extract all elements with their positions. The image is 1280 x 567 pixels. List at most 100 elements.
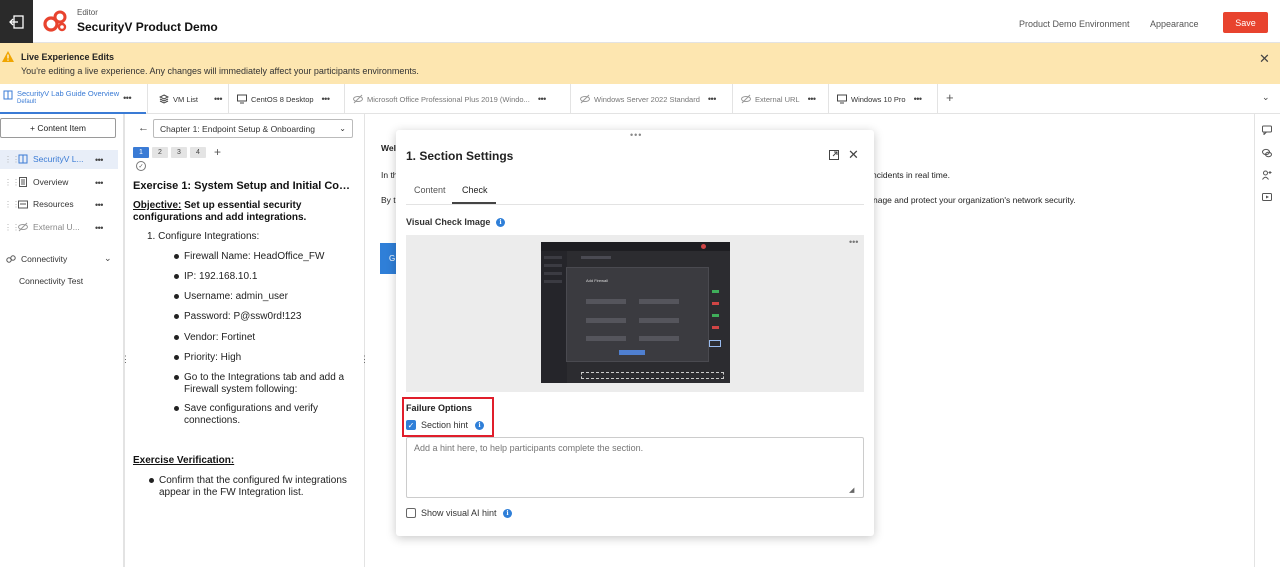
sidebar-item-connectivity-test[interactable]: Connectivity Test — [19, 276, 83, 286]
chevron-down-icon[interactable]: ⌄ — [1262, 92, 1270, 103]
tab-divider — [570, 84, 571, 114]
section-hint-input[interactable] — [406, 437, 864, 498]
check-circle-icon[interactable]: ✓ — [136, 161, 146, 171]
link-icon — [6, 255, 16, 263]
tab-label: External URL — [755, 94, 800, 104]
info-icon[interactable]: i — [475, 421, 484, 430]
drag-handle-icon[interactable]: ⋮⋮ — [4, 155, 20, 164]
more-icon[interactable]: ••• — [849, 237, 858, 247]
panel-splitter[interactable] — [124, 114, 125, 567]
sidebar-item-resources[interactable]: ⋮⋮ Resources — [0, 195, 74, 213]
more-icon[interactable]: ••• — [214, 94, 222, 104]
appearance-link[interactable]: Appearance — [1150, 19, 1199, 29]
page-chip-3[interactable]: 3 — [171, 147, 187, 158]
panel-splitter[interactable] — [364, 114, 365, 567]
tab-office-professional[interactable]: Microsoft Office Professional Plus 2019 … — [353, 84, 546, 114]
close-icon[interactable]: ✕ — [1259, 51, 1270, 67]
monitor-icon — [237, 94, 247, 104]
exit-icon — [8, 14, 24, 29]
drag-handle-icon[interactable]: ⋮⋮ — [4, 200, 20, 209]
banner-text: You're editing a live experience. Any ch… — [21, 66, 419, 76]
chapter-select[interactable]: Chapter 1: Endpoint Setup & Onboarding ⌄ — [153, 119, 353, 138]
tab-label: Microsoft Office Professional Plus 2019 … — [367, 94, 530, 104]
bullet-dot — [174, 406, 179, 411]
environment-link[interactable]: Product Demo Environment — [1019, 19, 1130, 29]
warning-icon — [2, 51, 14, 62]
visual-check-thumbnail[interactable]: Add Firewall — [541, 242, 730, 383]
sidebar-item-label: External U... — [33, 222, 80, 232]
tab-vm-list[interactable]: VM List ••• — [159, 84, 222, 114]
add-tab-icon[interactable]: + — [946, 90, 954, 105]
info-icon[interactable]: i — [503, 509, 512, 518]
list-item: Save configurations and verify connectio… — [184, 403, 318, 426]
resize-handle-icon[interactable]: ◢ — [849, 486, 854, 494]
info-icon[interactable]: i — [496, 218, 505, 227]
video-icon[interactable] — [1262, 192, 1272, 202]
list-item: Firewall Name: HeadOffice_FW — [184, 251, 325, 262]
ai-assist-icon[interactable] — [1262, 170, 1272, 180]
tab-divider — [344, 84, 345, 114]
more-icon[interactable]: ••• — [123, 93, 131, 103]
active-tab-indicator — [452, 202, 496, 204]
more-icon[interactable]: ••• — [95, 200, 103, 210]
list-item: Priority: High — [184, 352, 242, 363]
add-content-item-button[interactable]: + Content Item — [0, 118, 116, 138]
add-page-icon[interactable]: + — [214, 145, 221, 159]
chat-icon[interactable] — [1262, 148, 1272, 158]
modal-title: 1. Section Settings — [406, 149, 514, 163]
section-hint-checkbox[interactable]: ✓ — [406, 420, 416, 430]
tab-centos-desktop[interactable]: CentOS 8 Desktop ••• — [237, 84, 330, 114]
sidebar-group-connectivity[interactable]: Connectivity — [0, 250, 67, 268]
sidebar-item-external-url[interactable]: ⋮⋮ External U... — [0, 218, 80, 236]
welcome-heading: Wel — [381, 143, 396, 153]
comment-icon[interactable] — [1262, 125, 1272, 135]
chevron-down-icon[interactable]: ⌄ — [104, 253, 112, 264]
stack-icon — [159, 94, 169, 104]
more-icon[interactable]: ••• — [322, 94, 330, 104]
back-arrow-icon[interactable]: ← — [138, 122, 149, 134]
tab-check[interactable]: Check — [462, 185, 488, 195]
expand-icon[interactable] — [829, 150, 839, 160]
objective-text: Objective: Set up essential security con… — [133, 200, 359, 224]
document-icon — [19, 177, 27, 187]
verification-title: Exercise Verification: — [133, 455, 235, 466]
more-icon[interactable]: ••• — [538, 94, 546, 104]
more-icon[interactable]: ••• — [95, 178, 103, 188]
close-icon[interactable]: ✕ — [848, 147, 859, 163]
save-button[interactable]: Save — [1223, 12, 1268, 33]
more-icon[interactable]: ••• — [808, 94, 816, 104]
tab-content[interactable]: Content — [414, 185, 446, 195]
drag-handle-icon[interactable]: ⋮ — [121, 355, 130, 364]
more-icon[interactable]: ••• — [914, 94, 922, 104]
page-chip-4[interactable]: 4 — [190, 147, 206, 158]
chevron-down-icon: ⌄ — [339, 124, 346, 133]
tab-label: CentOS 8 Desktop — [251, 94, 314, 104]
eye-off-icon — [18, 222, 28, 232]
more-icon[interactable]: ••• — [95, 155, 103, 165]
exit-editor-button[interactable] — [0, 0, 33, 43]
show-visual-ai-hint-checkbox[interactable] — [406, 508, 416, 518]
drag-handle-icon[interactable]: ⋮ — [360, 355, 369, 364]
sidebar-item-lab-guide[interactable]: ⋮⋮ SecurityV L... — [0, 150, 84, 168]
tab-divider — [228, 84, 229, 114]
sidebar-item-label: SecurityV L... — [33, 154, 84, 164]
tab-sublabel: Default — [17, 99, 37, 105]
tab-windows-server[interactable]: Windows Server 2022 Standard ••• — [580, 84, 716, 114]
drag-handle-icon[interactable]: ••• — [630, 130, 642, 140]
drag-handle-icon[interactable]: ⋮⋮ — [4, 178, 20, 187]
right-icon-rail — [1254, 114, 1280, 567]
tab-external-url[interactable]: External URL ••• — [741, 84, 816, 114]
page-chip-1[interactable]: 1 — [133, 147, 149, 158]
tab-windows-10-pro[interactable]: Windows 10 Pro ••• — [837, 84, 922, 114]
drag-handle-icon[interactable]: ⋮⋮ — [4, 223, 20, 232]
more-icon[interactable]: ••• — [95, 223, 103, 233]
tab-lab-guide-overview[interactable]: SecurityV Lab Guide Overview Default ••• — [0, 84, 146, 114]
more-icon[interactable]: ••• — [708, 94, 716, 104]
exercise-title: Exercise 1: System Setup and Initial Con… — [133, 180, 355, 192]
tab-divider — [406, 204, 864, 205]
sidebar-item-overview[interactable]: ⋮⋮ Overview — [0, 173, 68, 191]
logo-icon — [43, 10, 67, 32]
page-chip-2[interactable]: 2 — [152, 147, 168, 158]
sidebar-item-label: Overview — [33, 177, 69, 187]
tab-label: Windows Server 2022 Standard — [594, 94, 700, 104]
